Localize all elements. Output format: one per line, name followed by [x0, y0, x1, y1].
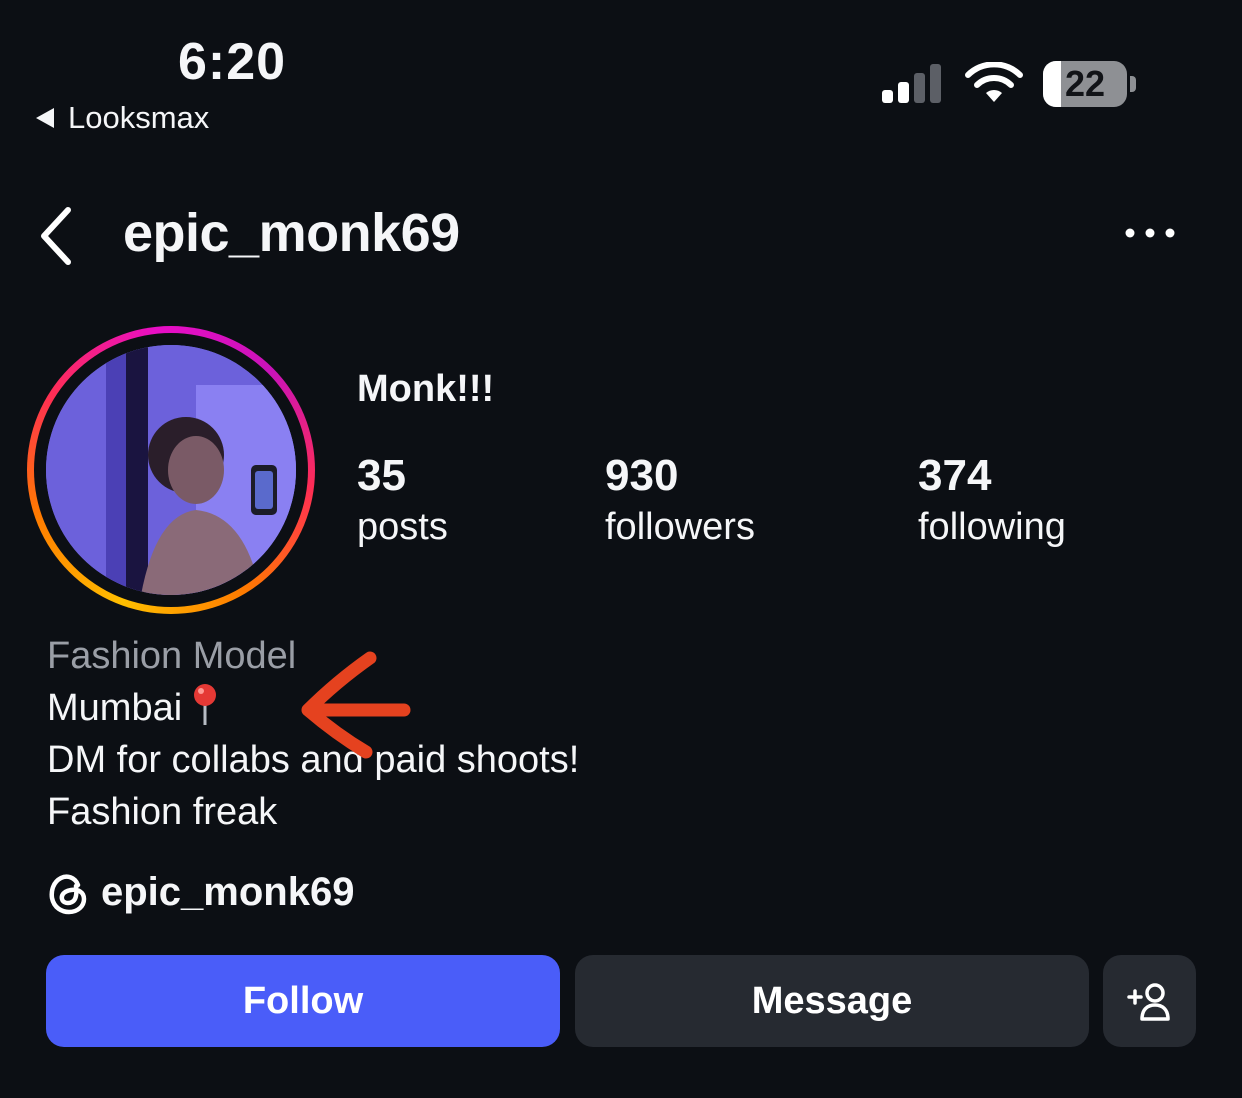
bio-location-text: Mumbai	[47, 687, 183, 729]
bio-line-freak: Fashion freak	[47, 791, 278, 833]
following-count: 374	[918, 451, 992, 500]
follow-button-label: Follow	[242, 979, 364, 1022]
avatar[interactable]	[46, 345, 296, 595]
back-to-app-link[interactable]: Looksmax	[36, 100, 209, 136]
profile-photo	[46, 345, 296, 595]
follow-button[interactable]: Follow	[46, 955, 560, 1047]
page-title-username: epic_monk69	[123, 203, 460, 263]
stat-following[interactable]: 374 following	[918, 450, 1066, 552]
stat-followers[interactable]: 930 followers	[605, 450, 755, 552]
battery-level: 22	[1064, 63, 1106, 104]
add-person-icon	[1126, 983, 1170, 1021]
more-horizontal-icon[interactable]	[1118, 218, 1182, 248]
following-label: following	[918, 506, 1066, 548]
chevron-left-icon[interactable]	[36, 206, 76, 266]
followers-count: 930	[605, 451, 679, 500]
threads-icon	[49, 873, 87, 914]
annotation-arrow-icon	[301, 651, 411, 759]
message-button[interactable]: Message	[575, 955, 1089, 1047]
round-pushpin-icon	[190, 682, 220, 726]
message-button-label: Message	[751, 979, 913, 1022]
followers-label: followers	[605, 506, 755, 548]
threads-handle: epic_monk69	[101, 870, 355, 914]
status-time: 6:20	[178, 33, 287, 91]
add-user-button[interactable]	[1103, 955, 1196, 1047]
back-app-label: Looksmax	[68, 100, 210, 135]
back-triangle-icon	[36, 108, 54, 128]
posts-label: posts	[357, 506, 448, 548]
profile-header: epic_monk69	[0, 190, 1242, 280]
battery-icon: 22	[1043, 61, 1137, 107]
signal-icon	[882, 64, 941, 103]
display-name: Monk!!!	[357, 368, 495, 410]
posts-count: 35	[357, 451, 406, 500]
stat-posts[interactable]: 35 posts	[357, 450, 448, 552]
status-bar: 6:20 Looksmax 22	[0, 0, 1242, 150]
story-ring[interactable]	[27, 326, 315, 614]
threads-link[interactable]: epic_monk69	[47, 870, 354, 915]
wifi-icon	[965, 62, 1023, 102]
